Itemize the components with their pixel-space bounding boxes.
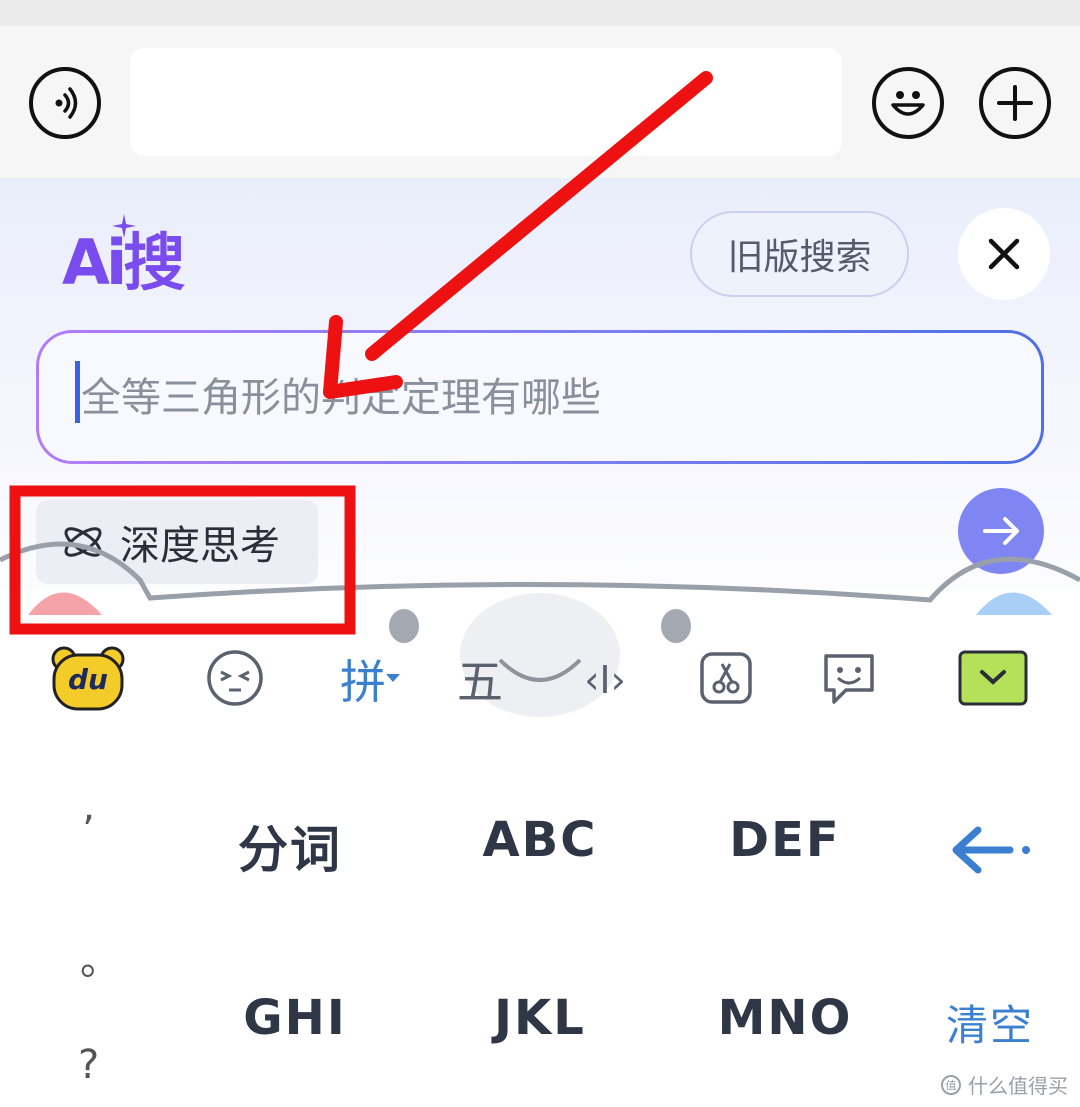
screen: Ai搜 旧版搜索 全等三角形的判定定理有哪些 深度思考 du 拼 五 ‹I› ’…: [0, 0, 1080, 1107]
punct-key-apostrophe[interactable]: ’: [82, 808, 95, 854]
du-logo-text: du: [68, 663, 108, 696]
watermark-logo-icon: 值: [941, 1074, 961, 1095]
pinyin-mode-button[interactable]: 拼: [330, 646, 410, 712]
cursor-move-button[interactable]: ‹I›: [570, 650, 640, 710]
wubi-mode-button[interactable]: 五: [450, 646, 510, 712]
ai-search-input[interactable]: 全等三角形的判定定理有哪些: [36, 330, 1044, 464]
search-placeholder: 全等三角形的判定定理有哪些: [81, 375, 601, 421]
keyboard-skin-decoration: [0, 541, 1080, 717]
backspace-key[interactable]: [948, 820, 1034, 880]
emoticon-button[interactable]: [205, 648, 265, 708]
watermark-text: 什么值得买: [968, 1074, 1068, 1098]
sticker-button[interactable]: [820, 648, 878, 708]
key-fenci[interactable]: 分词: [200, 810, 380, 882]
wubi-label: 五: [457, 655, 503, 709]
punct-key-question[interactable]: ?: [78, 1042, 99, 1088]
clipboard-button[interactable]: [698, 650, 754, 706]
scissors-icon: [700, 652, 752, 704]
ai-search-input-field[interactable]: 全等三角形的判定定理有哪些: [39, 333, 1041, 461]
key-def[interactable]: DEF: [695, 812, 875, 868]
cursor-label: ‹I›: [584, 658, 626, 702]
sparkle-icon: [112, 214, 136, 238]
backspace-arrow-icon: [952, 826, 1030, 874]
close-icon: [988, 238, 1020, 270]
pinyin-label: 拼: [340, 655, 386, 709]
plus-icon: [997, 85, 1033, 121]
svg-text:值: 值: [946, 1079, 957, 1092]
chat-message-input[interactable]: [130, 48, 842, 156]
status-strip: [0, 0, 1080, 26]
watermark: 值 什么值得买: [940, 1070, 1068, 1099]
voice-icon: [55, 87, 78, 119]
du-logo-icon[interactable]: du: [50, 645, 126, 713]
hide-keyboard-button[interactable]: [958, 650, 1028, 706]
key-abc[interactable]: ABC: [450, 812, 630, 868]
emoji-icon: [891, 91, 925, 116]
dropdown-icon: [386, 674, 400, 682]
punct-key-period[interactable]: 。: [80, 928, 120, 986]
old-search-button[interactable]: 旧版搜索: [690, 211, 909, 297]
sticker-face-icon: [824, 654, 874, 704]
add-button[interactable]: [979, 67, 1051, 139]
key-mno[interactable]: MNO: [695, 990, 875, 1046]
text-caret: [75, 361, 80, 423]
chevron-down-icon: [958, 650, 1028, 706]
close-button[interactable]: [958, 208, 1050, 300]
wink-face-icon: [207, 650, 263, 706]
key-jkl[interactable]: JKL: [450, 990, 630, 1046]
key-ghi[interactable]: GHI: [205, 990, 385, 1046]
clear-key[interactable]: 清空: [930, 992, 1050, 1053]
voice-button[interactable]: [29, 67, 101, 139]
emoji-button[interactable]: [872, 67, 944, 139]
